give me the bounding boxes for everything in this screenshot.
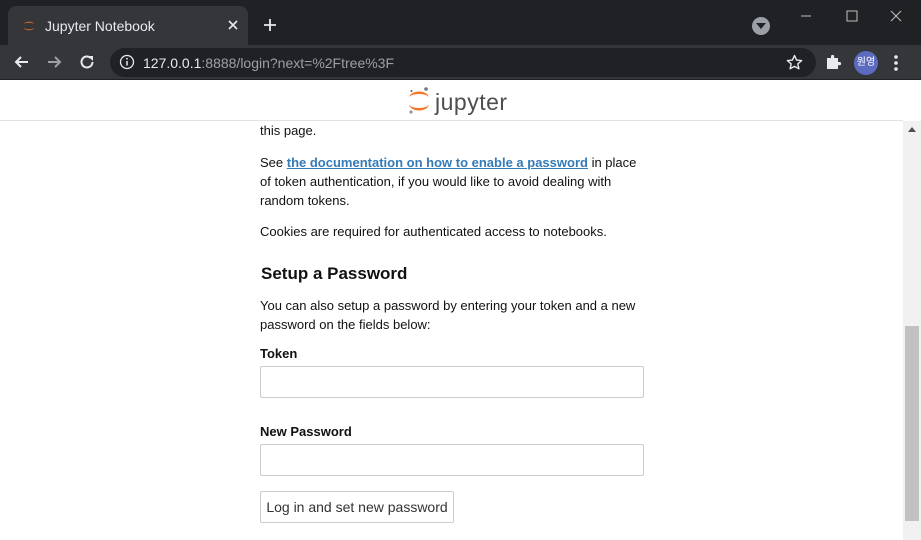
documentation-paragraph: See the documentation on how to enable a… [260,153,636,172]
scroll-up-arrow-icon[interactable] [908,126,916,132]
url-text[interactable]: 127.0.0.1:8888/login?next=%2Ftree%3F [143,55,394,71]
jupyter-logo[interactable]: jupyter [407,85,517,117]
avatar[interactable]: 원영 [854,51,878,75]
minimize-icon[interactable] [794,6,818,26]
documentation-line-2: of token authentication, if you would li… [260,174,612,189]
extension-puzzle-icon[interactable] [824,53,842,71]
maximize-icon[interactable] [840,6,864,26]
new-password-label: New Password [260,424,352,439]
page-scrollbar[interactable] [903,121,921,540]
plus-icon[interactable] [262,17,278,33]
tab-title: Jupyter Notebook [45,18,155,34]
token-input[interactable] [260,366,644,398]
page-viewport: jupyter this page. See the documentation… [0,80,921,540]
doc-prefix: See [260,155,287,170]
jupyter-favicon [23,21,35,31]
info-icon[interactable] [119,54,135,70]
reload-icon[interactable] [77,52,97,72]
address-bar[interactable]: 127.0.0.1:8888/login?next=%2Ftree%3F [110,48,816,77]
setup-description-line-2: password on the fields below: [260,317,431,332]
setup-description-line-1: You can also setup a password by enterin… [260,298,636,313]
forward-arrow-icon[interactable] [44,52,64,72]
tab-strip: Jupyter Notebook [0,0,921,45]
new-password-input[interactable] [260,444,644,476]
star-icon[interactable] [786,54,803,71]
intro-text: this page. [260,123,317,138]
url-path: :8888/login?next=%2Ftree%3F [201,55,395,71]
set-password-button[interactable]: Log in and set new password [260,491,454,523]
browser-tab[interactable]: Jupyter Notebook [8,6,248,45]
documentation-link[interactable]: the documentation on how to enable a pas… [287,155,588,170]
cookies-notice: Cookies are required for authenticated a… [260,224,607,239]
url-host: 127.0.0.1 [143,55,202,71]
login-content: this page. See the documentation on how … [260,121,650,540]
browser-toolbar: 127.0.0.1:8888/login?next=%2Ftree%3F 원영 [0,45,921,80]
back-arrow-icon[interactable] [12,52,32,72]
jupyter-wordmark: jupyter [435,89,508,115]
setup-password-heading: Setup a Password [261,264,408,283]
more-vert-icon[interactable] [893,54,899,72]
scroll-thumb[interactable] [905,326,919,521]
jupyter-header: jupyter [0,80,903,121]
close-icon[interactable] [225,17,241,33]
doc-suffix: in place [587,155,637,170]
documentation-line-3: random tokens. [260,193,350,208]
jupyter-logo-icon [409,87,429,114]
tab-search-icon[interactable] [752,17,770,35]
window-close-icon[interactable] [884,6,908,26]
token-label: Token [260,346,298,361]
